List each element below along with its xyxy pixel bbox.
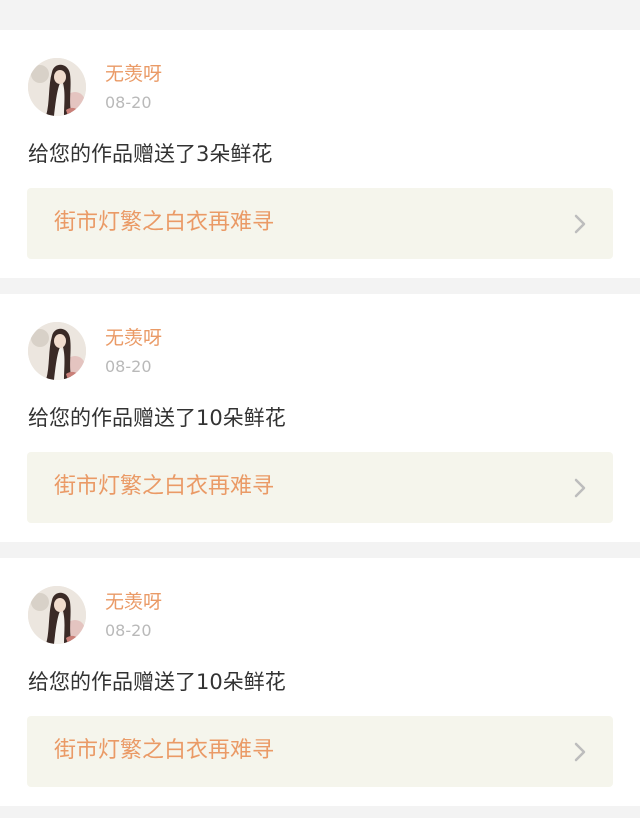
user-avatar-icon	[28, 58, 86, 116]
user-name[interactable]: 无羡呀	[105, 62, 162, 86]
gift-message: 给您的作品赠送了10朵鲜花	[28, 406, 286, 430]
work-link[interactable]: 街市灯繁之白衣再难寻	[27, 188, 613, 259]
post-date: 08-20	[105, 93, 152, 112]
gift-message: 给您的作品赠送了10朵鲜花	[28, 670, 286, 694]
chevron-right-icon	[573, 741, 587, 763]
work-link[interactable]: 街市灯繁之白衣再难寻	[27, 716, 613, 787]
user-avatar-icon	[28, 322, 86, 380]
user-name[interactable]: 无羡呀	[105, 326, 162, 350]
top-divider	[0, 0, 640, 30]
post-date: 08-20	[105, 357, 152, 376]
work-title: 街市灯繁之白衣再难寻	[54, 738, 275, 763]
gift-message: 给您的作品赠送了3朵鲜花	[28, 142, 273, 166]
avatar[interactable]	[28, 322, 86, 380]
work-title: 街市灯繁之白衣再难寻	[54, 474, 275, 499]
work-link[interactable]: 街市灯繁之白衣再难寻	[27, 452, 613, 523]
notification-card: 无羡呀 08-20 给您的作品赠送了10朵鲜花 街市灯繁之白衣再难寻	[0, 294, 640, 542]
post-date: 08-20	[105, 621, 152, 640]
chevron-right-icon	[573, 213, 587, 235]
notification-card: 无羡呀 08-20 给您的作品赠送了10朵鲜花 街市灯繁之白衣再难寻	[0, 558, 640, 806]
gift-notification-feed: 无羡呀 08-20 给您的作品赠送了3朵鲜花 街市灯繁之白衣再难寻 无羡呀 08…	[0, 0, 640, 818]
work-title: 街市灯繁之白衣再难寻	[54, 210, 275, 235]
avatar[interactable]	[28, 586, 86, 644]
user-avatar-icon	[28, 586, 86, 644]
user-name[interactable]: 无羡呀	[105, 590, 162, 614]
avatar[interactable]	[28, 58, 86, 116]
notification-card: 无羡呀 08-20 给您的作品赠送了3朵鲜花 街市灯繁之白衣再难寻	[0, 30, 640, 278]
chevron-right-icon	[573, 477, 587, 499]
